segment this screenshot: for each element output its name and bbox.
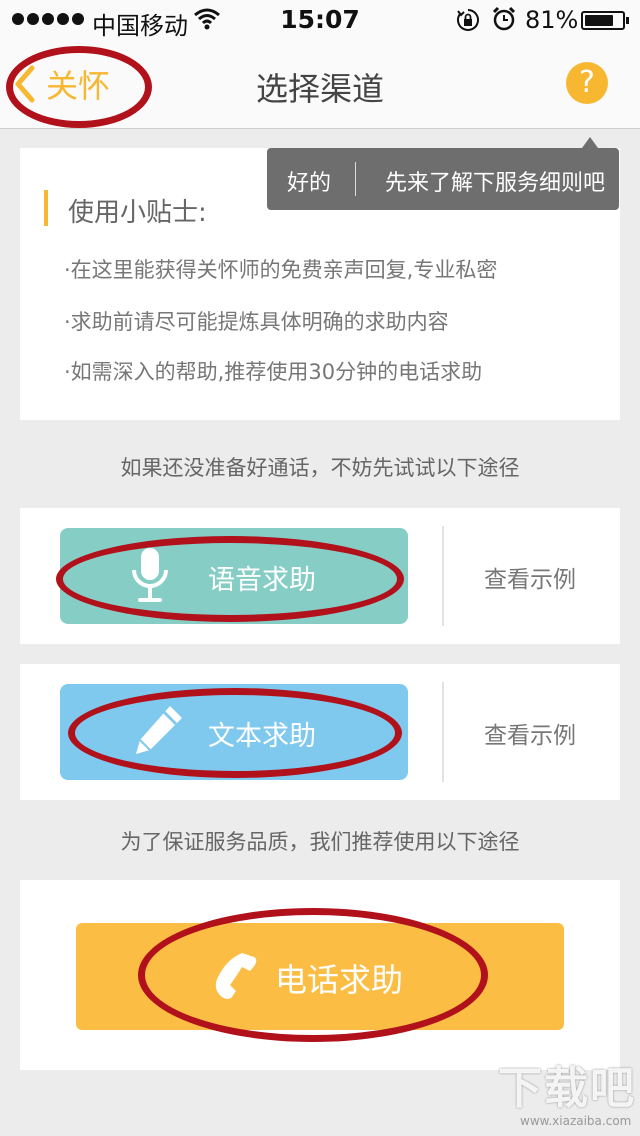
battery-fill bbox=[585, 15, 614, 26]
help-button[interactable]: ? bbox=[566, 62, 608, 104]
status-bar: 中国移动 15:07 81% bbox=[0, 0, 640, 40]
watermark-url: www.xiazaiba.com bbox=[520, 1114, 632, 1128]
annotation-circle-phone bbox=[138, 908, 488, 1042]
annotation-circle-voice bbox=[56, 536, 404, 622]
tip-item: ·如需深入的帮助,推荐使用30分钟的电话求助 bbox=[64, 360, 483, 384]
tooltip-learn-more-button[interactable]: 先来了解下服务细则吧 bbox=[385, 165, 605, 197]
option-divider bbox=[442, 526, 444, 626]
tip-item: ·在这里能获得关怀师的免费亲声回复,专业私密 bbox=[64, 258, 498, 282]
rotation-lock-icon bbox=[457, 9, 479, 31]
tooltip-divider bbox=[355, 162, 356, 196]
hint-text-top: 如果还没准备好通话，不妨先试试以下途径 bbox=[120, 456, 520, 480]
tip-item: ·求助前请尽可能提炼具体明确的求助内容 bbox=[64, 310, 449, 334]
tooltip-arrow bbox=[582, 137, 598, 148]
battery-icon bbox=[581, 11, 629, 30]
battery-percent: 81% bbox=[525, 6, 579, 34]
option-divider bbox=[442, 682, 444, 782]
tooltip-ok-button[interactable]: 好的 bbox=[287, 165, 331, 197]
annotation-circle-text bbox=[68, 688, 402, 778]
annotation-circle-back bbox=[6, 46, 152, 128]
alarm-icon bbox=[492, 6, 516, 31]
watermark-logo: 下载吧 bbox=[498, 1063, 636, 1114]
text-example-link[interactable]: 查看示例 bbox=[484, 716, 576, 750]
tips-title: 使用小贴士: bbox=[68, 198, 207, 228]
voice-example-link[interactable]: 查看示例 bbox=[484, 560, 576, 594]
help-tooltip: 好的 先来了解下服务细则吧 bbox=[267, 148, 619, 210]
tips-accent-bar bbox=[44, 190, 48, 226]
hint-text-bottom: 为了保证服务品质，我们推荐使用以下途径 bbox=[120, 830, 520, 854]
